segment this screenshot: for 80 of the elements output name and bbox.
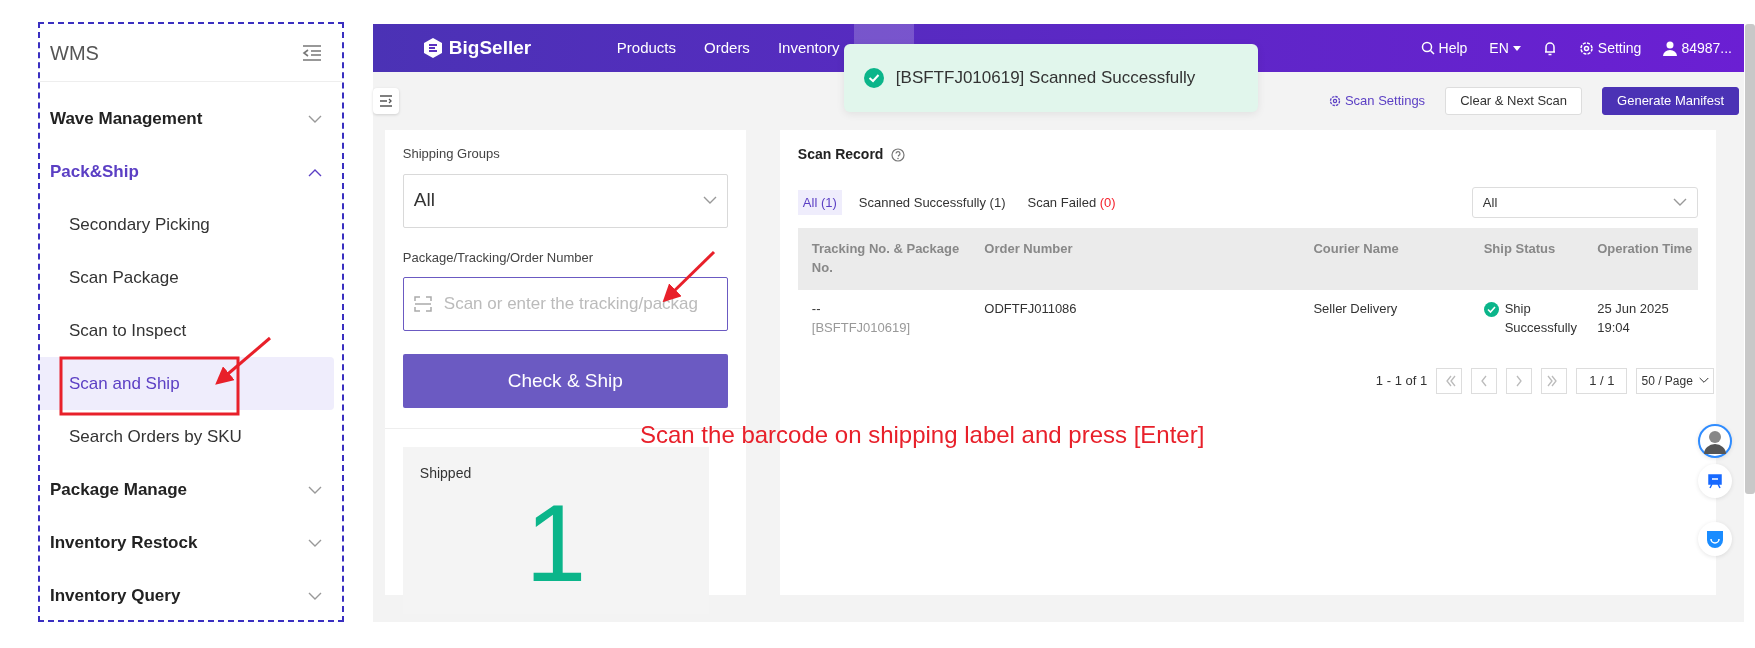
support-avatar[interactable] — [1698, 424, 1732, 458]
chevron-down-icon — [307, 538, 322, 548]
scan-icon — [413, 296, 432, 312]
chevron-down-icon — [1672, 198, 1687, 207]
user-menu[interactable]: 84987... — [1663, 37, 1732, 59]
filter-tab[interactable]: All (1) — [797, 189, 842, 216]
submenu-item[interactable]: Search Orders by SKU — [40, 410, 334, 463]
sidebar-title: WMS — [50, 40, 99, 66]
caret-icon — [1512, 45, 1521, 51]
menu-group[interactable]: Wave Management — [50, 105, 203, 132]
chevron-down-icon — [1698, 376, 1709, 386]
chevron-down-icon — [307, 114, 322, 124]
check-circle-icon — [863, 68, 884, 88]
submenu-item[interactable]: Secondary Picking — [40, 198, 334, 251]
column-header: Tracking No. & Package No. — [797, 228, 971, 290]
scan-settings-link[interactable]: Scan Settings — [1328, 91, 1426, 111]
user-icon — [1663, 40, 1678, 56]
annotation-text: Scan the barcode on shipping label and press [Enter] — [640, 420, 1205, 450]
stat-label: Shipped — [419, 464, 473, 483]
column-header: Order Number — [970, 228, 1300, 290]
page-range: 1 - 1 of 1 — [1375, 371, 1428, 390]
status-text: Ship Successfully — [1504, 299, 1578, 337]
pointer-arrow — [215, 336, 271, 385]
settings-link[interactable]: Setting — [1578, 37, 1642, 59]
table-cell: Seller Delivery — [1313, 300, 1398, 316]
page-indicator: 1 / 1 — [1576, 367, 1628, 394]
field-label: Shipping Groups — [402, 145, 501, 163]
settings-icon — [1328, 95, 1341, 107]
submenu-item[interactable]: Scan Package — [40, 251, 334, 304]
logo-text: BigSeller — [448, 35, 532, 60]
menu-group[interactable]: Inventory Query — [50, 582, 181, 609]
table-cell: 25 Jun 2025 19:04 — [1597, 300, 1669, 335]
generate-manifest-button[interactable]: Generate Manifest — [1602, 87, 1739, 115]
shipping-groups-select[interactable]: All — [402, 173, 728, 228]
menu-group[interactable]: Inventory Restock — [50, 529, 198, 556]
tracking-number-field[interactable]: Scan or enter the tracking/packag — [402, 277, 728, 331]
chevron-down-icon — [307, 485, 322, 495]
bell-icon[interactable] — [1542, 40, 1557, 56]
filter-tab[interactable]: Scanned Successfully (1) — [853, 189, 1011, 216]
field-label: Package/Tracking/Order Number — [402, 248, 595, 267]
status-select[interactable]: All — [1471, 187, 1698, 218]
toast-message: [BSFTFJ010619] Scanned Successfully — [895, 67, 1196, 90]
help-icon[interactable] — [891, 147, 906, 162]
section-title: Scan Record — [797, 145, 884, 164]
expand-panel-button[interactable] — [372, 88, 399, 114]
table-cell-text: [BSFTFJ010619] — [811, 318, 912, 337]
submenu-item[interactable]: Scan and Ship — [40, 357, 334, 410]
chat-assistant-button[interactable] — [1698, 522, 1732, 556]
logo-icon — [422, 37, 443, 59]
chevron-down-icon — [702, 196, 717, 205]
collapse-menu-icon[interactable] — [301, 45, 322, 62]
smile-icon — [1706, 530, 1724, 548]
column-header: Operation Time — [1583, 228, 1698, 290]
menu-group[interactable]: Pack&Ship — [50, 158, 139, 185]
check-circle-icon — [1483, 301, 1499, 317]
chevron-down-icon — [307, 591, 322, 601]
column-header: Ship Status — [1469, 228, 1584, 290]
column-header: Courier Name — [1299, 228, 1470, 290]
nav-tab[interactable]: Products — [602, 24, 691, 72]
settings-icon — [1578, 40, 1594, 56]
table-cell-text: -- — [811, 299, 822, 318]
table-cell: ODFTFJ011086 — [984, 300, 1077, 316]
stat-value: 1 — [524, 488, 588, 598]
page-size-select[interactable]: 50 / Page — [1636, 367, 1714, 394]
filter-tab[interactable]: Scan Failed (0) — [1022, 189, 1121, 216]
scrollbar[interactable] — [1745, 24, 1755, 494]
feedback-button[interactable] — [1698, 464, 1732, 498]
chevron-up-icon — [307, 167, 322, 177]
search-icon — [1420, 41, 1435, 55]
language-select[interactable]: EN — [1489, 37, 1521, 59]
submenu-item[interactable]: Scan to Inspect — [40, 304, 334, 357]
nav-tab[interactable]: Orders — [690, 24, 764, 72]
board-icon — [1707, 473, 1723, 489]
menu-icon — [378, 95, 393, 107]
text-input[interactable]: Scan or enter the tracking/packag — [441, 290, 717, 318]
menu-group[interactable]: Package Manage — [50, 476, 187, 503]
check-ship-button[interactable]: Check & Ship — [402, 354, 728, 408]
help-link[interactable]: Help — [1420, 37, 1468, 59]
person-silhouette-icon — [1702, 428, 1728, 454]
clear-next-scan-button[interactable]: Clear & Next Scan — [1445, 87, 1583, 115]
